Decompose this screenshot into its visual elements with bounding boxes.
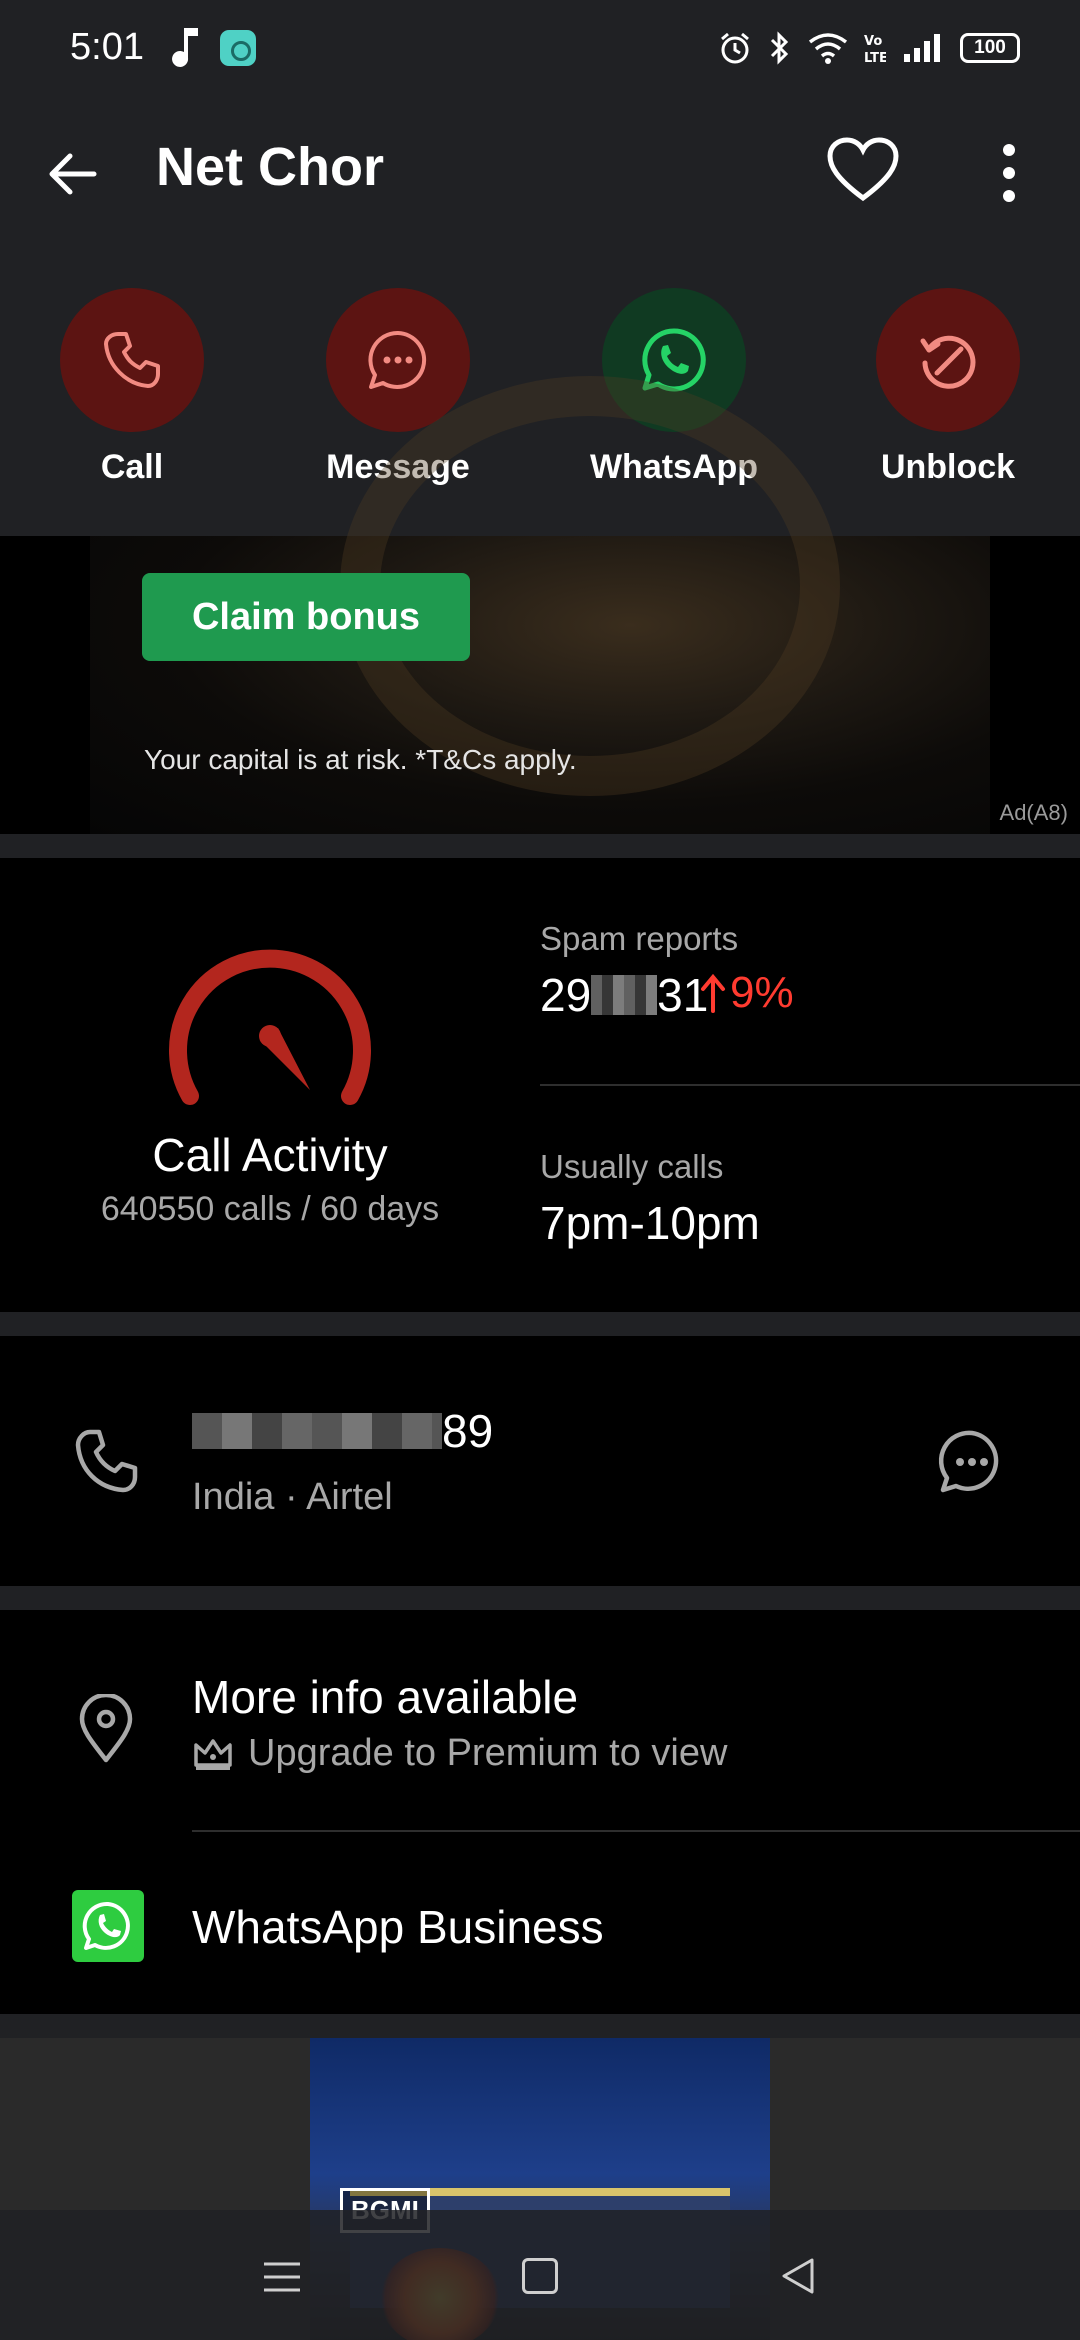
- spam-trend: 9%: [700, 968, 794, 1018]
- divider: [0, 834, 1080, 858]
- divider: [0, 1312, 1080, 1336]
- whatsapp-business-icon: [72, 1890, 144, 1962]
- stats-divider: [540, 1084, 1080, 1086]
- favorite-heart-icon[interactable]: [826, 134, 900, 208]
- info-divider: [192, 1830, 1080, 1832]
- upgrade-text: Upgrade to Premium to view: [248, 1732, 728, 1774]
- music-note-icon: [172, 28, 198, 67]
- unblock-icon: [920, 335, 976, 389]
- phone-number-row[interactable]: 89 India · Airtel: [0, 1336, 1080, 1586]
- message-button[interactable]: [326, 288, 470, 432]
- status-time: 5:01: [70, 26, 144, 68]
- home-icon[interactable]: [522, 2258, 558, 2294]
- status-bar: 5:01 Vo LTE 100: [0, 0, 1080, 96]
- svg-text:LTE: LTE: [864, 51, 886, 65]
- speedometer-icon: [169, 949, 371, 1105]
- redacted-number: [192, 1413, 442, 1449]
- whatsapp-business-logo-icon: [82, 1901, 130, 1950]
- ad-disclaimer: Your capital is at risk. *T&Cs apply.: [144, 744, 577, 775]
- volte-icon: Vo LTE: [864, 34, 886, 65]
- phone-carrier: India · Airtel: [192, 1476, 393, 1518]
- contact-name: Net Chor: [156, 137, 384, 197]
- arrow-up-icon: [701, 973, 725, 1013]
- signal-icon: [904, 34, 940, 62]
- phone-icon: [104, 332, 160, 388]
- more-info-title[interactable]: More info available: [192, 1670, 578, 1724]
- battery-icon: 100: [960, 33, 1020, 63]
- recent-apps-icon[interactable]: [262, 2260, 302, 2294]
- call-button[interactable]: [60, 288, 204, 432]
- ad-label: Ad(A8): [999, 800, 1068, 825]
- wifi-icon: [808, 33, 848, 64]
- location-pin-icon: [79, 1694, 133, 1763]
- unblock-button[interactable]: [876, 288, 1020, 432]
- more-options-icon[interactable]: [984, 138, 1034, 208]
- divider: [0, 2014, 1080, 2038]
- call-activity-title: Call Activity: [152, 1129, 388, 1181]
- redacted-digits: [591, 975, 658, 1015]
- more-info-card: More info available Upgrade to Premium t…: [0, 1610, 1080, 2014]
- claim-bonus-button[interactable]: Claim bonus: [142, 573, 470, 661]
- divider: [0, 1586, 1080, 1610]
- phone-icon: [75, 1429, 138, 1493]
- upgrade-premium-link[interactable]: Upgrade to Premium to view: [192, 1732, 727, 1775]
- spam-value-prefix: 29: [540, 969, 592, 1021]
- message-icon[interactable]: [938, 1428, 1006, 1496]
- back-arrow-icon[interactable]: [40, 142, 104, 206]
- nav-back-icon[interactable]: [778, 2256, 818, 2296]
- status-icons: Vo LTE 100: [718, 26, 1020, 70]
- svg-text:Vo: Vo: [864, 34, 882, 49]
- phone-number: 89: [192, 1404, 493, 1458]
- alarm-icon: [721, 32, 749, 64]
- call-action[interactable]: Call: [32, 288, 232, 487]
- chat-bubble-icon: [368, 330, 427, 389]
- whatsapp-business-label[interactable]: WhatsApp Business: [192, 1900, 604, 1954]
- call-activity-count: 640550 calls / 60 days: [100, 1190, 440, 1228]
- system-navigation-bar: [0, 2210, 1080, 2340]
- spam-reports-label: Spam reports: [540, 920, 739, 957]
- crown-icon: [194, 1738, 232, 1770]
- spam-trend-value: 9%: [730, 968, 794, 1017]
- spam-reports-value: 29 31: [540, 968, 708, 1022]
- phone-number-suffix: 89: [442, 1405, 494, 1457]
- call-label: Call: [100, 448, 164, 486]
- call-activity-card: Call Activity 640550 calls / 60 days Spa…: [0, 858, 1080, 1312]
- unblock-label: Unblock: [880, 448, 1016, 486]
- usually-calls-label: Usually calls: [540, 1148, 724, 1185]
- usually-calls-value: 7pm-10pm: [540, 1197, 760, 1249]
- unblock-action[interactable]: Unblock: [848, 288, 1048, 487]
- app-notification-icon: [220, 30, 256, 66]
- bluetooth-icon: [770, 31, 789, 65]
